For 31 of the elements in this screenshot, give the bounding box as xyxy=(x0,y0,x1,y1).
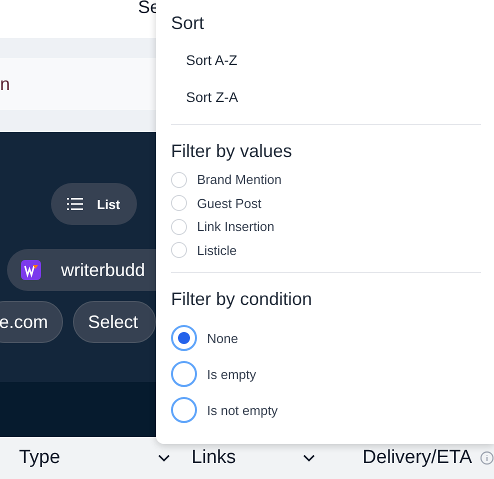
list-view-button[interactable]: List xyxy=(51,183,137,225)
sort-option[interactable]: Sort A-Z xyxy=(186,52,238,68)
column-header[interactable]: Links xyxy=(192,447,236,469)
option-label: Is empty xyxy=(207,366,256,382)
radio-button[interactable] xyxy=(171,195,187,212)
radio-button[interactable] xyxy=(171,218,187,235)
chevron-down-icon[interactable] xyxy=(302,454,315,462)
section-title: Filter by condition xyxy=(171,289,314,310)
option-label: Link Insertion xyxy=(197,219,274,234)
column-header[interactable]: Delivery/ETA xyxy=(362,447,472,469)
chevron-down-icon[interactable] xyxy=(158,454,170,462)
radio-button[interactable] xyxy=(171,242,187,258)
site-chip[interactable]: writerbudd xyxy=(7,249,156,291)
list-icon xyxy=(67,198,83,210)
option-label: Guest Post xyxy=(197,196,262,211)
section-title: Sort xyxy=(171,13,206,34)
filter-chip[interactable]: Select xyxy=(73,301,156,343)
option-label: Listicle xyxy=(197,242,237,258)
column-header[interactable]: Type xyxy=(19,447,60,469)
section-title: Filter by values xyxy=(171,141,294,162)
option-label: None xyxy=(207,330,238,346)
filter-chip[interactable]: e.com xyxy=(0,301,64,343)
radio-button[interactable] xyxy=(171,361,197,387)
sort-option[interactable]: Sort Z-A xyxy=(186,89,238,105)
radio-button[interactable] xyxy=(171,172,187,188)
radio-button[interactable] xyxy=(171,325,197,351)
logo-icon xyxy=(21,260,41,280)
radio-button[interactable] xyxy=(171,397,197,423)
option-label: Is not empty xyxy=(207,402,278,418)
info-icon xyxy=(480,451,494,465)
option-label: Brand Mention xyxy=(197,172,282,188)
